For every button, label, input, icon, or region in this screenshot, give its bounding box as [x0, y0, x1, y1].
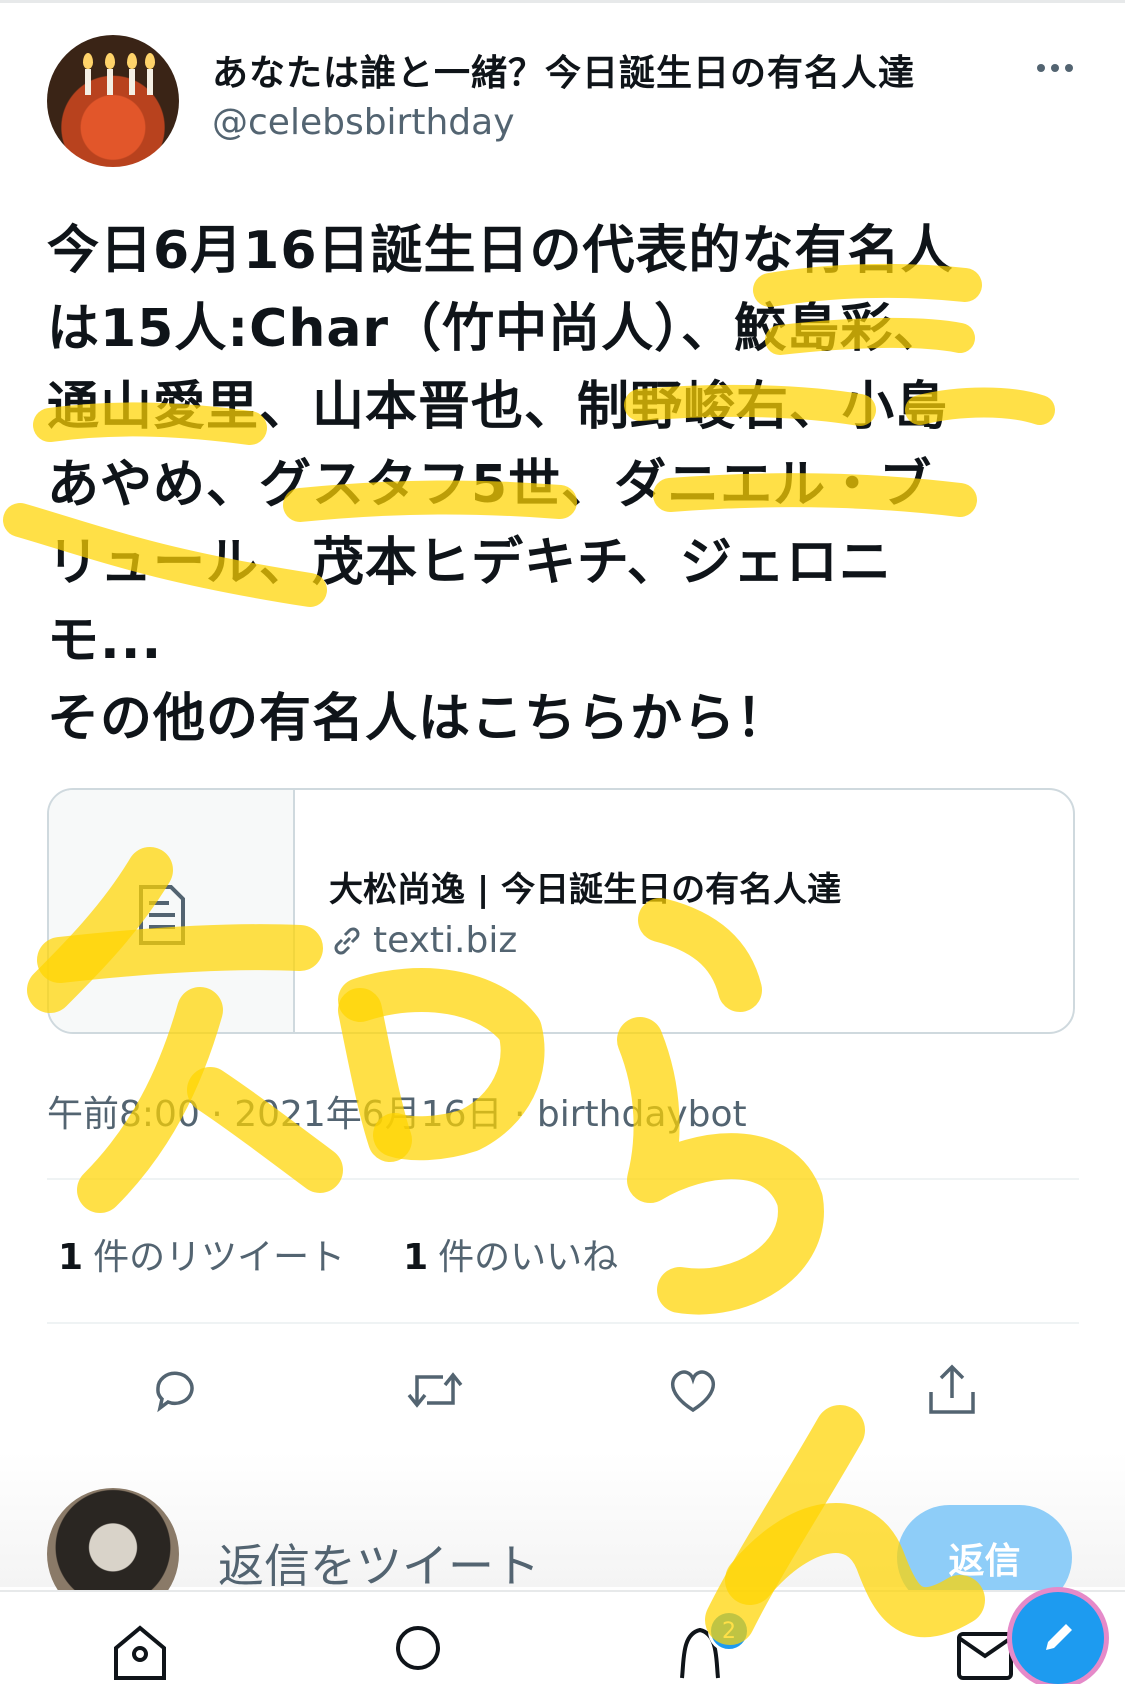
account-handle[interactable]: @celebsbirthday	[212, 102, 515, 143]
like-icon	[671, 1370, 715, 1413]
marker-stroke	[617, 1017, 824, 1315]
likes-count: 1	[403, 1237, 429, 1278]
top-border	[0, 0, 1125, 3]
card-domain-text: texti.biz	[373, 920, 518, 961]
retweets-stat[interactable]: 1 件のリツイート	[58, 1228, 345, 1280]
account-avatar[interactable]	[47, 35, 179, 167]
more-options-button[interactable]	[1030, 48, 1080, 88]
link-icon	[334, 927, 360, 954]
bottom-navigation	[0, 1590, 1125, 1680]
link-card[interactable]: 大松尚逸 | 今日誕生日の有名人達 texti.biz	[47, 788, 1075, 1034]
reply-button[interactable]	[140, 1355, 210, 1425]
reply-input[interactable]: 返信をツイート	[218, 1530, 540, 1596]
dot-icon	[1065, 64, 1073, 72]
like-button[interactable]	[658, 1355, 728, 1425]
tweet-time: 午前8:00	[47, 1094, 200, 1135]
likes-stat[interactable]: 1 件のいいね	[403, 1228, 618, 1280]
retweet-icon	[407, 1372, 463, 1408]
notifications-badge: 2	[708, 1610, 750, 1652]
tweet-actions	[47, 1355, 1079, 1425]
divider	[47, 1322, 1079, 1324]
tweet-date: 2021年6月16日	[234, 1094, 503, 1135]
likes-label: 件のいいね	[438, 1237, 619, 1278]
account-name[interactable]: あなたは誰と一緒？今日誕生日の有名人達	[212, 44, 915, 96]
tweet-timestamp: 午前8:00 · 2021年6月16日 · birthdaybot	[47, 1094, 747, 1135]
card-thumbnail	[49, 790, 295, 1032]
card-domain: texti.biz	[329, 920, 517, 961]
reply-icon	[156, 1371, 194, 1413]
messages-icon[interactable]	[955, 1620, 1015, 1680]
tweet-source[interactable]: birthdaybot	[537, 1094, 747, 1135]
dot-icon	[1037, 64, 1045, 72]
share-button[interactable]	[917, 1355, 987, 1425]
retweets-label: 件のリツイート	[93, 1237, 346, 1278]
compose-button[interactable]	[1012, 1592, 1104, 1684]
share-icon	[929, 1364, 975, 1414]
compose-icon	[1046, 1624, 1072, 1650]
dot-icon	[1051, 64, 1059, 72]
document-icon	[139, 885, 185, 945]
divider	[47, 1178, 1079, 1180]
tweet-text: 今日6月16日誕生日の代表的な有名人 は15人:Char（竹中尚人）、鮫島彩、 …	[47, 221, 954, 749]
card-title: 大松尚逸 | 今日誕生日の有名人達	[329, 870, 842, 910]
search-icon[interactable]	[390, 1620, 450, 1680]
retweets-count: 1	[58, 1237, 84, 1278]
home-icon[interactable]	[110, 1620, 170, 1680]
retweet-button[interactable]	[400, 1355, 470, 1425]
tweet-stats: 1 件のリツイート 1 件のいいね	[58, 1228, 618, 1280]
